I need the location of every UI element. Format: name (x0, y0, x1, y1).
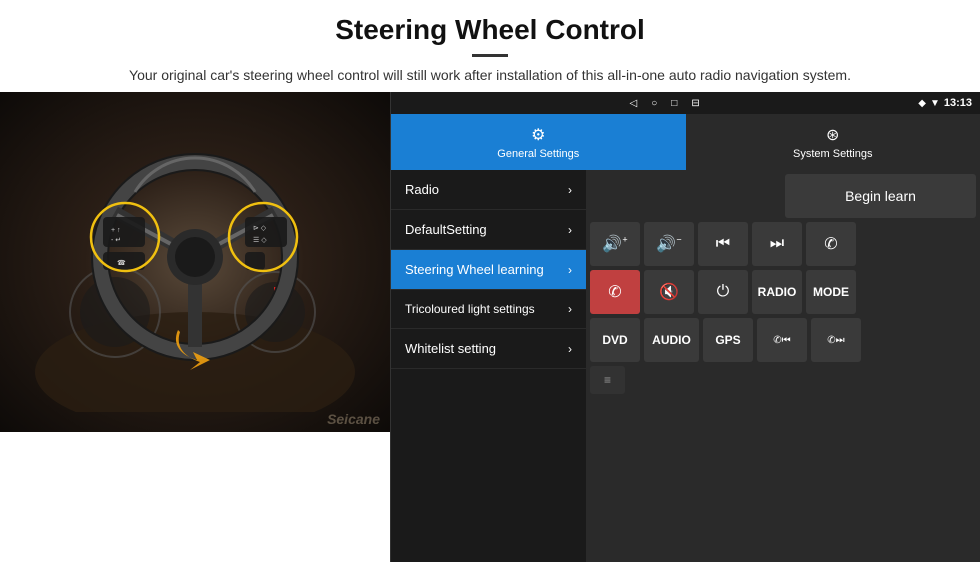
tab-system[interactable]: ⊛ System Settings (686, 114, 980, 170)
vol-up-icon: 🔊+ (602, 234, 627, 254)
status-time: 13:13 (944, 97, 972, 109)
page-wrapper: Steering Wheel Control Your original car… (0, 0, 980, 562)
power-button[interactable]: ⏻ (698, 270, 748, 314)
menu-steering-label: Steering Wheel learning (405, 262, 544, 277)
android-panel: ◁ ○ □ ⊟ ◆ ▼ 13:13 ⚙ General Sett (390, 92, 980, 562)
menu-arrow-default: › (568, 223, 572, 237)
general-settings-icon: ⚙ (531, 125, 545, 145)
phone-icon: ✆ (824, 234, 837, 254)
radio-button[interactable]: RADIO (752, 270, 802, 314)
screenshot-icon[interactable]: ⊟ (691, 98, 699, 109)
main-content: Radio › DefaultSetting › Steering Wheel … (391, 170, 980, 562)
tab-bar: ⚙ General Settings ⊛ System Settings (391, 114, 980, 170)
menu-radio-label: Radio (405, 182, 439, 197)
system-settings-icon: ⊛ (826, 125, 839, 145)
mute-icon: 🔇 (659, 282, 679, 302)
tel-next-button[interactable]: ✆⏭ (811, 318, 861, 362)
hangup-icon: ✆ (608, 282, 621, 302)
list-button[interactable]: ≡ (590, 366, 625, 394)
vol-down-button[interactable]: 🔊− (644, 222, 694, 266)
menu-whitelist-label: Whitelist setting (405, 341, 496, 356)
next-track-icon: ⏭ (770, 235, 784, 253)
vol-down-icon: 🔊− (656, 234, 681, 254)
prev-track-icon: ⏮ (716, 235, 730, 253)
location-icon: ◆ (918, 98, 926, 109)
menu-arrow-radio: › (568, 183, 572, 197)
dvd-label: DVD (602, 333, 627, 347)
tel-next-icon: ✆⏭ (827, 335, 844, 346)
menu-item-tricoloured[interactable]: Tricoloured light settings › (391, 290, 586, 329)
status-bar-nav: ◁ ○ □ ⊟ (399, 98, 910, 109)
begin-learn-row: Begin learn (590, 174, 976, 218)
car-image-panel: + ↑ - ↵ ☎ ⊳ ◇ ☰ ◇ Seicane (0, 92, 390, 432)
begin-learn-spacer (590, 174, 781, 218)
svg-text:☰ ◇: ☰ ◇ (253, 237, 267, 244)
audio-label: AUDIO (652, 333, 691, 347)
android-panel-wrapper: ◁ ○ □ ⊟ ◆ ▼ 13:13 ⚙ General Sett (390, 92, 980, 562)
dvd-button[interactable]: DVD (590, 318, 640, 362)
phone-hangup-button[interactable]: ✆ (590, 270, 640, 314)
power-icon: ⏻ (717, 283, 730, 301)
control-row-2: ✆ 🔇 ⏻ RADIO MOD (590, 270, 976, 314)
content-section: + ↑ - ↵ ☎ ⊳ ◇ ☰ ◇ Seicane (0, 92, 980, 562)
svg-text:+ ↑: + ↑ (111, 227, 121, 234)
menu-default-label: DefaultSetting (405, 222, 487, 237)
prev-track-button[interactable]: ⏮ (698, 222, 748, 266)
radio-label: RADIO (758, 285, 797, 299)
begin-learn-button[interactable]: Begin learn (785, 174, 976, 218)
tab-general[interactable]: ⚙ General Settings (391, 114, 686, 170)
page-title: Steering Wheel Control (20, 14, 960, 46)
steering-wheel-svg: + ↑ - ↵ ☎ ⊳ ◇ ☰ ◇ (35, 112, 355, 412)
gps-label: GPS (715, 333, 740, 347)
svg-text:☎: ☎ (117, 259, 126, 267)
svg-text:⊳ ◇: ⊳ ◇ (253, 225, 267, 232)
title-divider (472, 54, 508, 57)
phone-answer-button[interactable]: ✆ (806, 222, 856, 266)
menu-item-radio[interactable]: Radio › (391, 170, 586, 210)
back-icon[interactable]: ◁ (630, 98, 638, 109)
gps-button[interactable]: GPS (703, 318, 753, 362)
status-icons-right: ◆ ▼ 13:13 (918, 97, 972, 109)
tab-system-label: System Settings (793, 148, 872, 160)
mode-label: MODE (813, 285, 849, 299)
control-row-1: 🔊+ 🔊− ⏮ ⏭ ✆ (590, 222, 976, 266)
menu-item-default[interactable]: DefaultSetting › (391, 210, 586, 250)
control-panel: Begin learn 🔊+ 🔊− ⏮ (586, 170, 980, 562)
audio-button[interactable]: AUDIO (644, 318, 699, 362)
menu-panel: Radio › DefaultSetting › Steering Wheel … (391, 170, 586, 562)
header-section: Steering Wheel Control Your original car… (0, 0, 980, 92)
next-track-button[interactable]: ⏭ (752, 222, 802, 266)
watermark: Seicane (327, 411, 380, 427)
recents-icon[interactable]: □ (671, 98, 677, 109)
mute-button[interactable]: 🔇 (644, 270, 694, 314)
control-row-3: DVD AUDIO GPS ✆⏮ (590, 318, 976, 362)
list-icon: ≡ (604, 373, 611, 387)
tel-prev-icon: ✆⏮ (773, 335, 790, 346)
car-background: + ↑ - ↵ ☎ ⊳ ◇ ☰ ◇ Seicane (0, 92, 390, 432)
subtitle: Your original car's steering wheel contr… (20, 65, 960, 86)
menu-arrow-whitelist: › (568, 342, 572, 356)
home-icon[interactable]: ○ (651, 98, 657, 109)
vol-up-button[interactable]: 🔊+ (590, 222, 640, 266)
tab-general-label: General Settings (497, 148, 579, 160)
menu-item-steering[interactable]: Steering Wheel learning › (391, 250, 586, 290)
tel-prev-button[interactable]: ✆⏮ (757, 318, 807, 362)
menu-item-whitelist[interactable]: Whitelist setting › (391, 329, 586, 369)
status-bar: ◁ ○ □ ⊟ ◆ ▼ 13:13 (391, 92, 980, 114)
signal-icon: ▼ (930, 98, 940, 109)
mode-button[interactable]: MODE (806, 270, 856, 314)
svg-text:- ↵: - ↵ (111, 237, 121, 244)
menu-tricoloured-label: Tricoloured light settings (405, 302, 535, 316)
control-row-4: ≡ (590, 366, 976, 394)
menu-arrow-steering: › (568, 263, 572, 277)
menu-arrow-tricoloured: › (568, 302, 572, 316)
